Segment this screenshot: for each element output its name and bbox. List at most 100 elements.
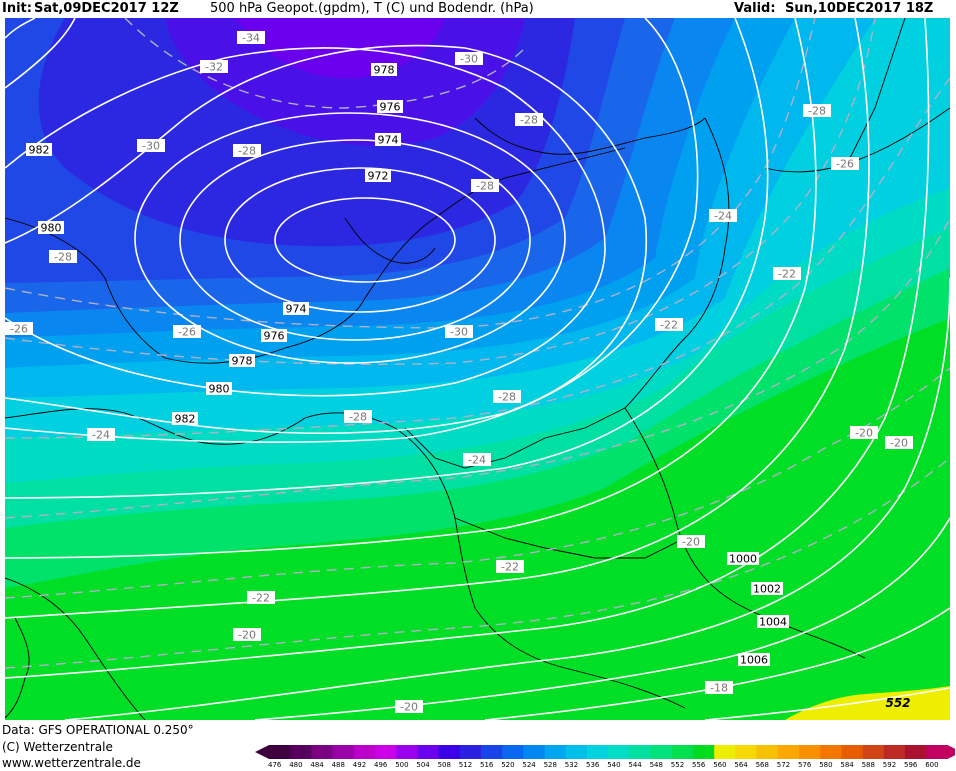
isobar-label-982b: 982 [172,412,198,426]
temp-label: -26 [831,157,859,171]
scale-swatch [353,745,376,759]
temp-label: -20 [850,426,878,440]
svg-text:-22: -22 [778,268,796,281]
scale-tick-label: 556 [692,761,706,769]
isobar-label-978b: 978 [229,354,255,368]
scale-tick-label: 508 [437,761,451,769]
valid-datetime: Sun,10DEC2017 18Z [785,1,934,16]
isobar-label-972: 972 [365,169,391,183]
svg-text:980: 980 [209,383,230,396]
temp-label: -28 [233,144,261,158]
svg-text:-18: -18 [710,682,728,695]
init-label: Init: [2,1,32,16]
svg-text:-30: -30 [450,326,468,339]
scale-tick-label: 512 [458,761,473,769]
temp-label: -26 [173,325,201,339]
svg-text:-28: -28 [498,391,516,404]
svg-text:-26: -26 [836,158,854,171]
temp-label: -22 [496,560,524,574]
temp-label: -22 [655,318,683,332]
scale-swatch [693,745,715,759]
scale-swatch [841,745,864,759]
svg-text:-32: -32 [205,61,223,74]
scale-tick-label: 492 [352,761,367,769]
scale-swatch [608,745,630,759]
svg-text:-24: -24 [714,210,732,223]
valid-label: Valid: [734,1,776,16]
temp-label: -28 [471,179,499,193]
scale-tick-label: 532 [564,761,579,769]
scale-swatch [926,745,948,759]
svg-text:1002: 1002 [753,583,781,596]
temp-label: -30 [455,52,483,66]
svg-text:978: 978 [232,355,253,368]
scale-swatch [735,745,758,759]
svg-text:-28: -28 [349,411,367,424]
scale-swatch [502,745,524,759]
scale-arrow-left [255,745,269,759]
isobar-label-980: 980 [38,221,64,235]
svg-text:-28: -28 [54,251,72,264]
scale-tick-label: 596 [904,761,918,769]
isobar-label-976b: 976 [261,329,287,343]
scale-tick-label: 580 [819,761,833,769]
isobar-label-1000: 1000 [727,552,759,566]
svg-text:1004: 1004 [759,616,787,629]
scale-swatch [862,745,885,759]
scale-tick-label: 476 [268,761,282,769]
website: www.wetterzentrale.de [2,756,141,770]
svg-text:978: 978 [374,64,395,77]
svg-text:1006: 1006 [740,654,768,667]
scale-arrow-right [947,745,955,759]
temp-label: -20 [233,628,261,642]
svg-text:-20: -20 [682,536,700,549]
scale-tick-label: 496 [374,761,388,769]
scale-swatch [438,745,461,759]
temp-label: -20 [885,436,913,450]
isobar-label-1004: 1004 [757,615,789,629]
color-scale-bar [255,745,955,759]
scale-tick-label: 564 [734,761,748,769]
height-label-552: 552 [885,696,910,710]
scale-swatch [544,745,567,759]
scale-swatch [756,745,779,759]
scale-tick-label: 488 [331,761,345,769]
scale-tick-label: 480 [289,761,303,769]
scale-swatch [269,745,291,759]
scale-swatch [799,745,821,759]
scale-swatch [671,745,694,759]
scale-swatch [883,745,906,759]
scale-tick-label: 528 [543,761,557,769]
svg-text:974: 974 [286,303,307,316]
map-header: Init: Sat,09DEC2017 12Z 500 hPa Geopot.(… [0,0,956,18]
map-title: 500 hPa Geopot.(gpdm), T (C) und Bodendr… [210,1,534,16]
svg-text:-26: -26 [10,323,28,336]
temp-label: -28 [49,250,77,264]
scale-tick-label: 592 [882,761,897,769]
weather-map: 972 974 976 978 980 982 974 976 978 980 … [5,18,950,720]
svg-text:-20: -20 [400,701,418,714]
scale-tick-label: 544 [628,761,642,769]
svg-text:-22: -22 [660,319,678,332]
svg-text:-30: -30 [460,53,478,66]
svg-text:-24: -24 [468,454,486,467]
data-source: Data: GFS OPERATIONAL 0.250° [2,723,194,737]
scale-swatch [481,745,503,759]
scale-swatch [650,745,673,759]
temp-label: -30 [137,139,165,153]
scale-tick-label: 588 [861,761,875,769]
scale-swatch [459,745,482,759]
temp-label: -22 [247,591,275,605]
svg-text:-20: -20 [855,427,873,440]
svg-text:976: 976 [264,330,285,343]
scale-swatch [396,745,418,759]
scale-tick-label: 572 [776,761,791,769]
svg-text:-26: -26 [178,326,196,339]
scale-tick-label: 576 [798,761,812,769]
scale-swatch [417,745,440,759]
scale-tick-label: 552 [670,761,685,769]
svg-text:-22: -22 [501,561,519,574]
isobar-label-1002: 1002 [751,582,783,596]
svg-text:-24: -24 [92,429,110,442]
temp-label: -30 [445,325,473,339]
